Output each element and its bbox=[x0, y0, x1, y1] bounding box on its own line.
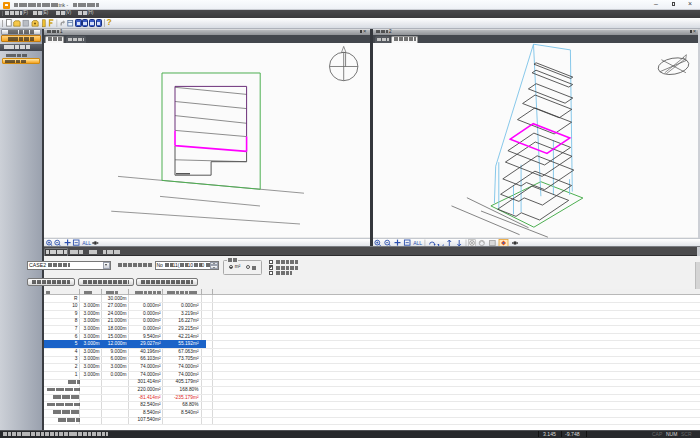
svg-text:ALL: ALL bbox=[413, 239, 422, 245]
svg-text:ALL: ALL bbox=[82, 239, 91, 245]
